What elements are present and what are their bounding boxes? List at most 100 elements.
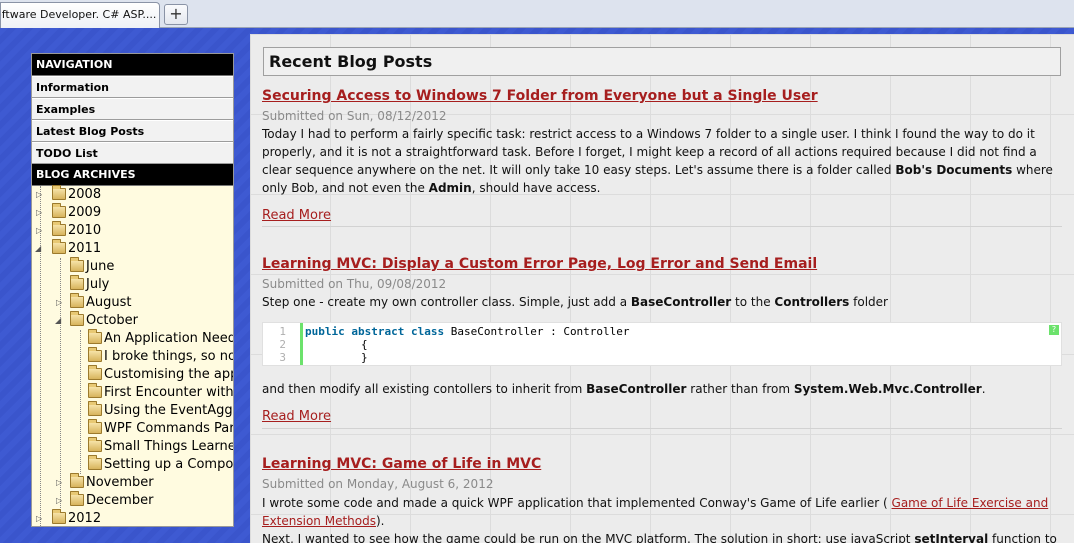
tree-label: July <box>86 277 110 292</box>
read-more-link[interactable]: Read More <box>262 409 331 424</box>
post-date: Submitted on Sun, 08/12/2012 <box>262 109 447 123</box>
tree-node-post[interactable]: I broke things, so no <box>32 347 234 366</box>
nav-item-information[interactable]: Information <box>32 76 233 98</box>
tree-node-august[interactable]: ▷ August <box>32 293 233 312</box>
tree-label: I broke things, so no <box>104 349 234 364</box>
folder-icon <box>88 401 102 416</box>
post-date: Submitted on Thu, 09/08/2012 <box>262 277 447 291</box>
folder-icon <box>88 455 102 470</box>
post-title-link[interactable]: Securing Access to Windows 7 Folder from… <box>262 88 818 104</box>
folder-icon <box>88 347 102 362</box>
folder-icon <box>88 365 102 380</box>
post-excerpt: Step one - create my own controller clas… <box>262 295 888 309</box>
line-number: 1 <box>279 325 286 338</box>
line-number-gutter: 1 2 3 <box>263 323 303 365</box>
tree-node-december[interactable]: ▷ December <box>32 491 233 510</box>
browser-tab[interactable]: oftware Developer. C# ASP.... <box>0 2 160 28</box>
tree-node-post[interactable]: Small Things Learned <box>32 437 234 456</box>
tree-label: An Application Need <box>104 331 234 346</box>
post-date: Submitted on Monday, August 6, 2012 <box>262 477 494 491</box>
browser-tab-strip: oftware Developer. C# ASP.... + <box>0 0 1074 28</box>
expand-icon[interactable]: ▷ <box>56 492 62 510</box>
post-title-link[interactable]: Learning MVC: Display a Custom Error Pag… <box>262 256 817 272</box>
tree-node-2011[interactable]: ◢ 2011 <box>32 239 233 258</box>
tree-node-2008[interactable]: ▷ 2008 <box>32 185 233 204</box>
folder-icon <box>70 275 84 290</box>
tree-node-post[interactable]: First Encounter with <box>32 383 234 402</box>
tree-label: October <box>86 313 139 328</box>
tree-label: 2008 <box>68 187 102 202</box>
folder-icon <box>70 473 84 488</box>
expand-icon[interactable]: ▷ <box>36 222 42 240</box>
collapse-icon[interactable]: ◢ <box>35 240 41 258</box>
page-title: Recent Blog Posts <box>263 47 1061 76</box>
tab-title: oftware Developer. C# ASP.... <box>0 8 157 21</box>
expand-icon[interactable]: ▷ <box>36 510 42 526</box>
folder-icon <box>52 203 66 218</box>
code-line: public abstract class BaseController : C… <box>305 325 630 338</box>
expand-icon[interactable]: ▷ <box>36 204 42 222</box>
tree-label: August <box>86 295 132 310</box>
tree-node-november[interactable]: ▷ November <box>32 473 233 492</box>
code-block: 1 2 3 public abstract class BaseControll… <box>262 322 1062 366</box>
post-title-link[interactable]: Learning MVC: Game of Life in MVC <box>262 456 541 472</box>
tree-node-post[interactable]: WPF Commands Part <box>32 419 234 438</box>
folder-icon <box>70 491 84 506</box>
help-icon[interactable]: ? <box>1049 325 1059 335</box>
post-excerpt: and then modify all existing contollers … <box>262 382 986 396</box>
tree-node-post[interactable]: Setting up a Compos <box>32 455 234 474</box>
tree-label: December <box>86 493 154 508</box>
expand-icon[interactable]: ▷ <box>56 294 62 312</box>
new-tab-button[interactable]: + <box>164 4 188 25</box>
nav-item-examples[interactable]: Examples <box>32 98 233 120</box>
code-line: { <box>361 338 368 351</box>
blog-archives-heading: BLOG ARCHIVES <box>32 164 233 186</box>
nav-item-todo-list[interactable]: TODO List <box>32 142 233 164</box>
folder-icon <box>88 419 102 434</box>
line-number: 3 <box>279 351 286 364</box>
folder-icon <box>70 257 84 272</box>
tree-node-2012[interactable]: ▷ 2012 <box>32 509 233 526</box>
tree-node-june[interactable]: June <box>32 257 233 276</box>
folder-icon <box>88 437 102 452</box>
tree-label: November <box>86 475 154 490</box>
line-number: 2 <box>279 338 286 351</box>
folder-icon <box>52 185 66 200</box>
tree-label: June <box>86 259 115 274</box>
sidebar: NAVIGATION Information Examples Latest B… <box>31 53 234 527</box>
tree-label: Using the EventAggr <box>104 403 234 418</box>
tree-label: Small Things Learned <box>104 439 234 454</box>
post-excerpt: I wrote some code and made a quick WPF a… <box>262 496 1049 528</box>
post-divider <box>262 226 1062 227</box>
tree-node-2010[interactable]: ▷ 2010 <box>32 221 233 240</box>
tree-node-post[interactable]: An Application Need <box>32 329 234 348</box>
expand-icon[interactable]: ▷ <box>36 186 42 204</box>
folder-icon <box>52 239 66 254</box>
post-divider <box>262 428 1062 429</box>
tree-node-2009[interactable]: ▷ 2009 <box>32 203 233 222</box>
tree-node-post[interactable]: Customising the app <box>32 365 234 384</box>
tree-label: 2011 <box>68 241 102 256</box>
tree-label: WPF Commands Part <box>104 421 234 436</box>
tree-label: 2012 <box>68 511 102 526</box>
tree-label: First Encounter with <box>104 385 234 400</box>
folder-icon <box>52 221 66 236</box>
post-excerpt: Next, I wanted to see how the game could… <box>262 532 1057 543</box>
tree-label: Customising the app <box>104 367 234 382</box>
folder-icon <box>70 311 84 326</box>
folder-icon <box>88 329 102 344</box>
tree-node-october[interactable]: ◢ October <box>32 311 233 330</box>
nav-item-latest-blog-posts[interactable]: Latest Blog Posts <box>32 120 233 142</box>
collapse-icon[interactable]: ◢ <box>55 312 61 330</box>
expand-icon[interactable]: ▷ <box>56 474 62 492</box>
navigation-heading: NAVIGATION <box>32 54 233 76</box>
post-excerpt: Today I had to perform a fairly specific… <box>262 127 1053 195</box>
folder-icon <box>70 293 84 308</box>
tree-node-post[interactable]: Using the EventAggr <box>32 401 234 420</box>
read-more-link[interactable]: Read More <box>262 208 331 223</box>
archive-tree: ▷ 2008 ▷ 2009 ▷ 2010 ◢ 2011 June July ▷ Augus… <box>32 185 234 526</box>
code-line: } <box>361 351 368 364</box>
tree-label: Setting up a Compos <box>104 457 234 472</box>
tree-node-july[interactable]: July <box>32 275 233 294</box>
tree-label: 2010 <box>68 223 102 238</box>
